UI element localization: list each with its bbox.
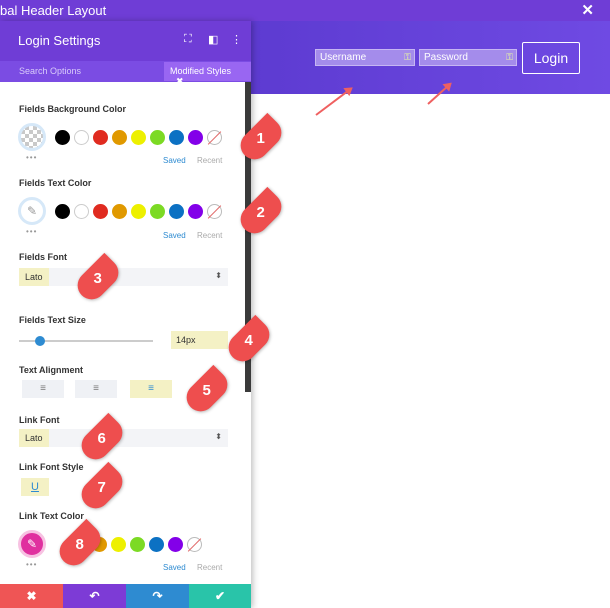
color-swatch[interactable] xyxy=(188,204,203,219)
username-placeholder: Username xyxy=(320,52,367,63)
color-swatch[interactable] xyxy=(131,130,146,145)
fields-text-size-slider[interactable] xyxy=(19,336,153,346)
link-font-label: Link Font xyxy=(19,415,60,425)
settings-panel: Login Settings ⛶ ◧ ⋮ Search Options Modi… xyxy=(0,21,251,608)
align-center-button[interactable]: ≡ xyxy=(75,380,117,398)
close-icon[interactable]: ✖ xyxy=(176,76,184,86)
search-options-input[interactable]: Search Options xyxy=(19,66,81,76)
text-alignment-label: Text Alignment xyxy=(19,365,84,375)
fields-text-size-label: Fields Text Size xyxy=(19,315,86,325)
no-color-swatch[interactable] xyxy=(207,204,222,219)
fields-text-color-picker: ✎ ••• xyxy=(18,197,228,236)
more-icon[interactable]: ••• xyxy=(26,560,37,569)
color-swatch[interactable] xyxy=(74,130,89,145)
color-swatch[interactable] xyxy=(112,130,127,145)
color-swatch[interactable] xyxy=(150,204,165,219)
color-swatch[interactable] xyxy=(131,204,146,219)
recent-tab[interactable]: Recent xyxy=(197,563,222,572)
color-swatch[interactable] xyxy=(93,130,108,145)
fields-bg-color-picker: ••• xyxy=(18,123,228,162)
color-swatch[interactable] xyxy=(169,204,184,219)
link-text-color-picker: ✎ ••• xyxy=(18,530,228,569)
chevron-updown-icon: ⬍ xyxy=(215,432,222,441)
fields-text-size-input[interactable]: 14px xyxy=(171,331,228,349)
split-view-icon[interactable]: ◧ xyxy=(208,33,218,46)
underline-button[interactable]: U xyxy=(21,478,49,496)
recent-tab[interactable]: Recent xyxy=(197,156,222,165)
color-swatch[interactable] xyxy=(150,130,165,145)
close-icon[interactable]: ✕ xyxy=(581,1,594,19)
modified-styles-filter[interactable]: Modified Styles ✖ xyxy=(164,62,251,86)
eyedropper-icon[interactable]: ✎ xyxy=(18,530,46,558)
color-swatch[interactable] xyxy=(74,204,89,219)
saved-tab[interactable]: Saved xyxy=(163,156,186,165)
undo-button[interactable]: ↶ xyxy=(63,584,126,608)
fields-font-select[interactable]: Lato ⬍ xyxy=(19,268,228,286)
discard-button[interactable]: ✖ xyxy=(0,584,63,608)
link-text-color-label: Link Text Color xyxy=(19,511,84,521)
window-titlebar: bal Header Layout ✕ xyxy=(0,0,610,21)
more-icon[interactable]: ••• xyxy=(26,153,37,162)
color-swatch[interactable] xyxy=(111,537,126,552)
fields-bg-color-label: Fields Background Color xyxy=(19,104,127,114)
more-icon[interactable]: ••• xyxy=(26,227,37,236)
header-preview: Username ⚿ Password ⚿ Login xyxy=(251,21,610,94)
saved-tab[interactable]: Saved xyxy=(163,231,186,240)
align-right-button[interactable]: ≡ xyxy=(130,380,172,398)
window-title: bal Header Layout xyxy=(0,3,107,18)
current-color-swatch[interactable] xyxy=(18,123,46,151)
no-color-swatch[interactable] xyxy=(187,537,202,552)
fields-font-label: Fields Font xyxy=(19,252,67,262)
fullscreen-icon[interactable]: ⛶ xyxy=(184,33,192,46)
color-swatch[interactable] xyxy=(149,537,164,552)
link-font-select[interactable]: Lato ⬍ xyxy=(19,429,228,447)
slider-handle[interactable] xyxy=(35,336,45,346)
recent-tab[interactable]: Recent xyxy=(197,231,222,240)
color-swatch[interactable] xyxy=(130,537,145,552)
color-swatch[interactable] xyxy=(93,204,108,219)
color-swatch[interactable] xyxy=(169,130,184,145)
panel-title: Login Settings xyxy=(18,33,101,48)
login-button[interactable]: Login xyxy=(522,42,580,74)
color-swatch[interactable] xyxy=(188,130,203,145)
panel-filter-bar: Search Options Modified Styles ✖ xyxy=(0,61,251,86)
fields-text-color-label: Fields Text Color xyxy=(19,178,92,188)
chevron-updown-icon: ⬍ xyxy=(215,271,222,280)
eyedropper-icon[interactable]: ✎ xyxy=(18,197,46,225)
fields-font-value: Lato xyxy=(19,268,49,286)
save-button[interactable]: ✔ xyxy=(189,584,251,608)
modified-styles-label: Modified Styles xyxy=(170,66,232,76)
password-placeholder: Password xyxy=(424,52,468,63)
align-left-button[interactable]: ≡ xyxy=(22,380,64,398)
password-field[interactable]: Password ⚿ xyxy=(419,49,517,66)
link-font-value: Lato xyxy=(19,429,49,447)
no-color-swatch[interactable] xyxy=(207,130,222,145)
color-swatch[interactable] xyxy=(55,204,70,219)
panel-header: Login Settings ⛶ ◧ ⋮ xyxy=(0,21,251,61)
username-field[interactable]: Username ⚿ xyxy=(315,49,415,66)
more-options-icon[interactable]: ⋮ xyxy=(231,33,242,46)
panel-footer: ✖ ↶ ↷ ✔ xyxy=(0,584,251,608)
color-swatch[interactable] xyxy=(112,204,127,219)
color-swatch[interactable] xyxy=(55,130,70,145)
redo-button[interactable]: ↷ xyxy=(126,584,189,608)
key-icon: ⚿ xyxy=(404,52,411,62)
saved-tab[interactable]: Saved xyxy=(163,563,186,572)
link-font-style-label: Link Font Style xyxy=(19,462,84,472)
key-icon: ⚿ xyxy=(506,52,513,62)
color-swatch[interactable] xyxy=(168,537,183,552)
